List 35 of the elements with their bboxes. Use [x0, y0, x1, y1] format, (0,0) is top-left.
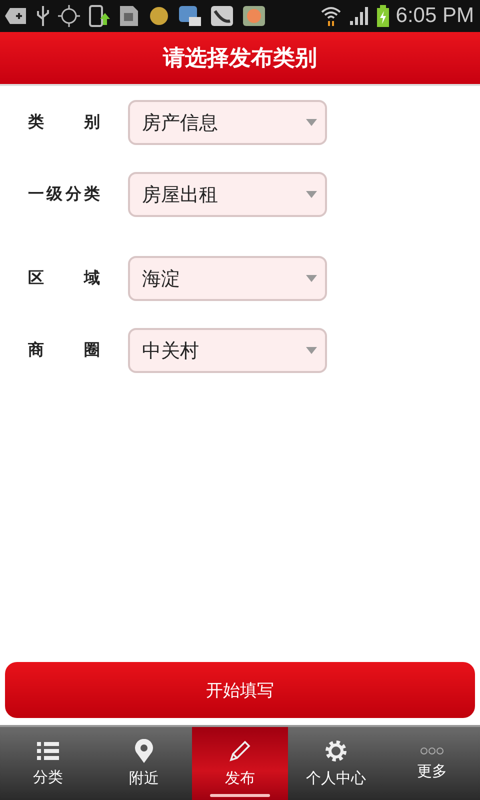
more-icon	[420, 746, 444, 756]
app-icon	[242, 5, 266, 27]
dropdown-field[interactable]: 中关村	[128, 328, 327, 373]
caret-icon	[306, 119, 317, 126]
dropdown-field[interactable]: 海淀	[128, 256, 327, 301]
plus-icon	[4, 6, 28, 26]
dropdown-field[interactable]: 房屋出租	[128, 172, 327, 217]
tab[interactable]: 分类	[0, 727, 96, 800]
start-button[interactable]: 开始填写	[5, 662, 475, 718]
tab[interactable]: 发布	[192, 727, 288, 800]
page-title: 请选择发布类别	[163, 45, 317, 73]
signal-icon	[348, 5, 370, 27]
phone-icon	[88, 5, 110, 27]
crosshair-icon	[58, 5, 80, 27]
settings-icon	[324, 739, 348, 763]
tab[interactable]: 个人中心	[288, 727, 384, 800]
coin-icon	[148, 5, 170, 27]
caret-icon	[306, 191, 317, 198]
tab[interactable]: 更多	[384, 727, 480, 800]
battery-icon	[376, 5, 390, 27]
field-label: 类 别	[28, 112, 100, 133]
field-label: 区 域	[28, 268, 100, 289]
wifi-icon	[320, 5, 342, 27]
dropdown-field[interactable]: 房产信息	[128, 100, 327, 145]
list-icon	[36, 740, 60, 762]
field-label: 一级分类	[28, 184, 100, 205]
field-label: 商 圈	[28, 340, 100, 361]
pencil-icon	[228, 739, 252, 763]
clock-time: 6:05 PM	[396, 4, 474, 28]
tab[interactable]: 附近	[96, 727, 192, 800]
caret-icon	[306, 347, 317, 354]
location-pin-icon	[134, 739, 154, 763]
sim-card-icon	[118, 5, 140, 27]
usb-icon	[36, 5, 50, 27]
caret-icon	[306, 275, 317, 282]
